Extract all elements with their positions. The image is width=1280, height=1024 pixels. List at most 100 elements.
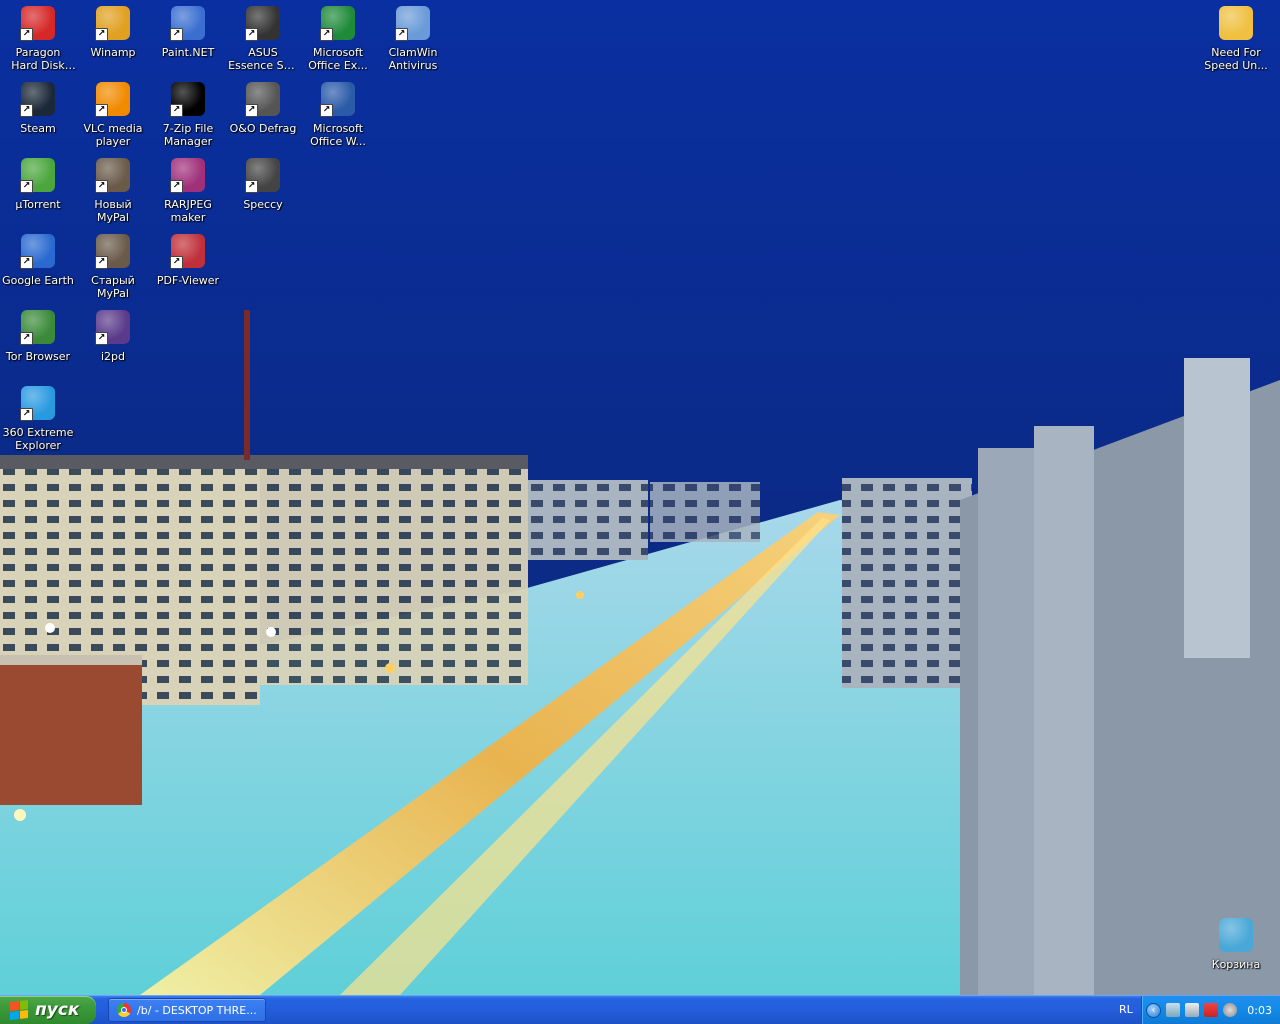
security-center-icon[interactable] (1204, 1003, 1218, 1017)
desktop-icon-label: µTorrent (15, 198, 61, 211)
shortcut-arrow-icon: ↗ (95, 104, 108, 117)
desktop-icon[interactable]: ↗ RARJPEG maker (150, 158, 226, 232)
start-label: пуск (35, 1000, 80, 1020)
shortcut-arrow-icon: ↗ (320, 104, 333, 117)
mypal-icon: ↗ (95, 158, 130, 193)
taskbar: пуск /b/ - DESKTOP THRE... RL ‹ 0:03 (0, 995, 1280, 1024)
shortcut-arrow-icon: ↗ (95, 180, 108, 193)
desktop-icon-label: i2pd (100, 350, 126, 363)
shortcut-arrow-icon: ↗ (20, 332, 33, 345)
paintnet-icon: ↗ (170, 6, 205, 41)
shortcut-arrow-icon: ↗ (95, 256, 108, 269)
desktop-icon[interactable]: ↗ i2pd (75, 310, 151, 384)
shortcut-arrow-icon: ↗ (320, 28, 333, 41)
shortcut-arrow-icon: ↗ (395, 28, 408, 41)
360-browser-icon: ↗ (20, 386, 55, 421)
folder-icon (1219, 6, 1253, 40)
clock[interactable]: 0:03 (1247, 1004, 1272, 1017)
7zip-icon: ↗ (170, 82, 205, 117)
desktop-icon-label: VLC media player (83, 122, 143, 148)
desktop-icon[interactable]: ↗ Paragon Hard Disk Manag... (0, 6, 76, 80)
windows-logo-icon (10, 1000, 28, 1020)
shortcut-arrow-icon: ↗ (20, 104, 33, 117)
shortcut-arrow-icon: ↗ (170, 180, 183, 193)
desktop-icon[interactable]: ↗ VLC media player (75, 82, 151, 156)
desktop-icon-label: Старый MyPal (91, 274, 135, 300)
shortcut-arrow-icon: ↗ (170, 256, 183, 269)
desktop-icon[interactable]: ↗ Speccy (225, 158, 301, 232)
desktop-icon-label: 360 Extreme Explorer (2, 426, 74, 452)
shortcut-arrow-icon: ↗ (95, 28, 108, 41)
desktop-icon-label: Steam (20, 122, 56, 135)
winamp-icon: ↗ (95, 6, 130, 41)
shortcut-arrow-icon: ↗ (95, 332, 108, 345)
desktop-icon[interactable]: ↗ 360 Extreme Explorer (0, 386, 76, 460)
paragon-icon: ↗ (20, 6, 55, 41)
desktop-icon[interactable]: ↗ Старый MyPal (75, 234, 151, 308)
desktop-icon-label: Корзина (1211, 958, 1261, 971)
desktop-icon[interactable]: Need For Speed Un... (1198, 6, 1274, 80)
pdf-icon: ↗ (170, 234, 205, 269)
start-button[interactable]: пуск (0, 996, 96, 1024)
shortcut-arrow-icon: ↗ (245, 28, 258, 41)
desktop-icon-label: Новый MyPal (94, 198, 132, 224)
desktop-icon-label: Paragon Hard Disk Manag... (11, 46, 65, 72)
desktop-icon[interactable]: ↗ ASUS Essence STX II (225, 6, 301, 80)
word-icon: ↗ (320, 82, 355, 117)
desktop-icon[interactable]: ↗ Новый MyPal (75, 158, 151, 232)
oo-defrag-icon: ↗ (245, 82, 280, 117)
language-indicator[interactable]: RL (1119, 1003, 1133, 1016)
shortcut-arrow-icon: ↗ (20, 408, 33, 421)
network-icon[interactable] (1166, 1003, 1180, 1017)
asus-audio-icon: ↗ (245, 6, 280, 41)
i2pd-icon: ↗ (95, 310, 130, 345)
desktop-icon-label: Paint.NET (161, 46, 215, 59)
system-tray: ‹ 0:03 (1141, 996, 1280, 1024)
desktop-icon[interactable]: ↗ O&O Defrag (225, 82, 301, 156)
desktop-icon[interactable]: ↗ 7-Zip File Manager (150, 82, 226, 156)
tor-icon: ↗ (20, 310, 55, 345)
desktop-icon-label: 7-Zip File Manager (162, 122, 214, 148)
desktop-icon-label: Speccy (243, 198, 283, 211)
desktop-icon-label: ClamWin Antivirus (388, 46, 438, 72)
desktop-icon[interactable]: ↗ ClamWin Antivirus (375, 6, 451, 80)
excel-icon: ↗ (320, 6, 355, 41)
desktop-icon[interactable]: ↗ Tor Browser (0, 310, 76, 384)
desktop-icon-label: RARJPEG maker (164, 198, 212, 224)
shortcut-arrow-icon: ↗ (170, 104, 183, 117)
desktop-icon-label: Microsoft Office Ex... (308, 46, 368, 72)
desktop-icon[interactable]: ↗ Steam (0, 82, 76, 156)
shortcut-arrow-icon: ↗ (20, 180, 33, 193)
volume-icon[interactable] (1185, 1003, 1199, 1017)
desktop-icon[interactable]: ↗ µTorrent (0, 158, 76, 232)
shortcut-arrow-icon: ↗ (20, 256, 33, 269)
desktop-icon-label: Tor Browser (5, 350, 71, 363)
desktop-icon[interactable]: ↗ Microsoft Office Ex... (300, 6, 376, 80)
desktop-icon-label: Google Earth (2, 274, 74, 287)
vlc-icon: ↗ (95, 82, 130, 117)
desktop-icon-label: Microsoft Office W... (310, 122, 366, 148)
google-earth-icon: ↗ (20, 234, 55, 269)
shortcut-arrow-icon: ↗ (245, 180, 258, 193)
speccy-icon: ↗ (245, 158, 280, 193)
desktop-icon[interactable]: ↗ Paint.NET (150, 6, 226, 80)
desktop-icon-label: Need For Speed Un... (1204, 46, 1268, 72)
recycle-bin-icon (1219, 918, 1253, 952)
desktop-icon-label: PDF-Viewer (156, 274, 220, 287)
desktop-icon[interactable]: ↗ Winamp (75, 6, 151, 80)
mypal-old-icon: ↗ (95, 234, 130, 269)
chrome-icon (117, 1003, 131, 1017)
taskbar-window-title: /b/ - DESKTOP THRE... (137, 1003, 257, 1017)
desktop-icon[interactable]: ↗ PDF-Viewer (150, 234, 226, 308)
desktop-icon-label: O&O Defrag (229, 122, 297, 135)
tray-expand-button[interactable]: ‹ (1146, 1002, 1161, 1018)
steam-icon: ↗ (20, 82, 55, 117)
utorrent-icon: ↗ (20, 158, 55, 193)
shortcut-arrow-icon: ↗ (20, 28, 33, 41)
desktop-icon[interactable]: ↗ Microsoft Office W... (300, 82, 376, 156)
taskbar-window-button[interactable]: /b/ - DESKTOP THRE... (108, 998, 266, 1022)
desktop-icon[interactable]: Корзина (1198, 918, 1274, 992)
desktop-icon[interactable]: ↗ Google Earth (0, 234, 76, 308)
shortcut-arrow-icon: ↗ (245, 104, 258, 117)
tray-app-icon[interactable] (1223, 1003, 1237, 1017)
